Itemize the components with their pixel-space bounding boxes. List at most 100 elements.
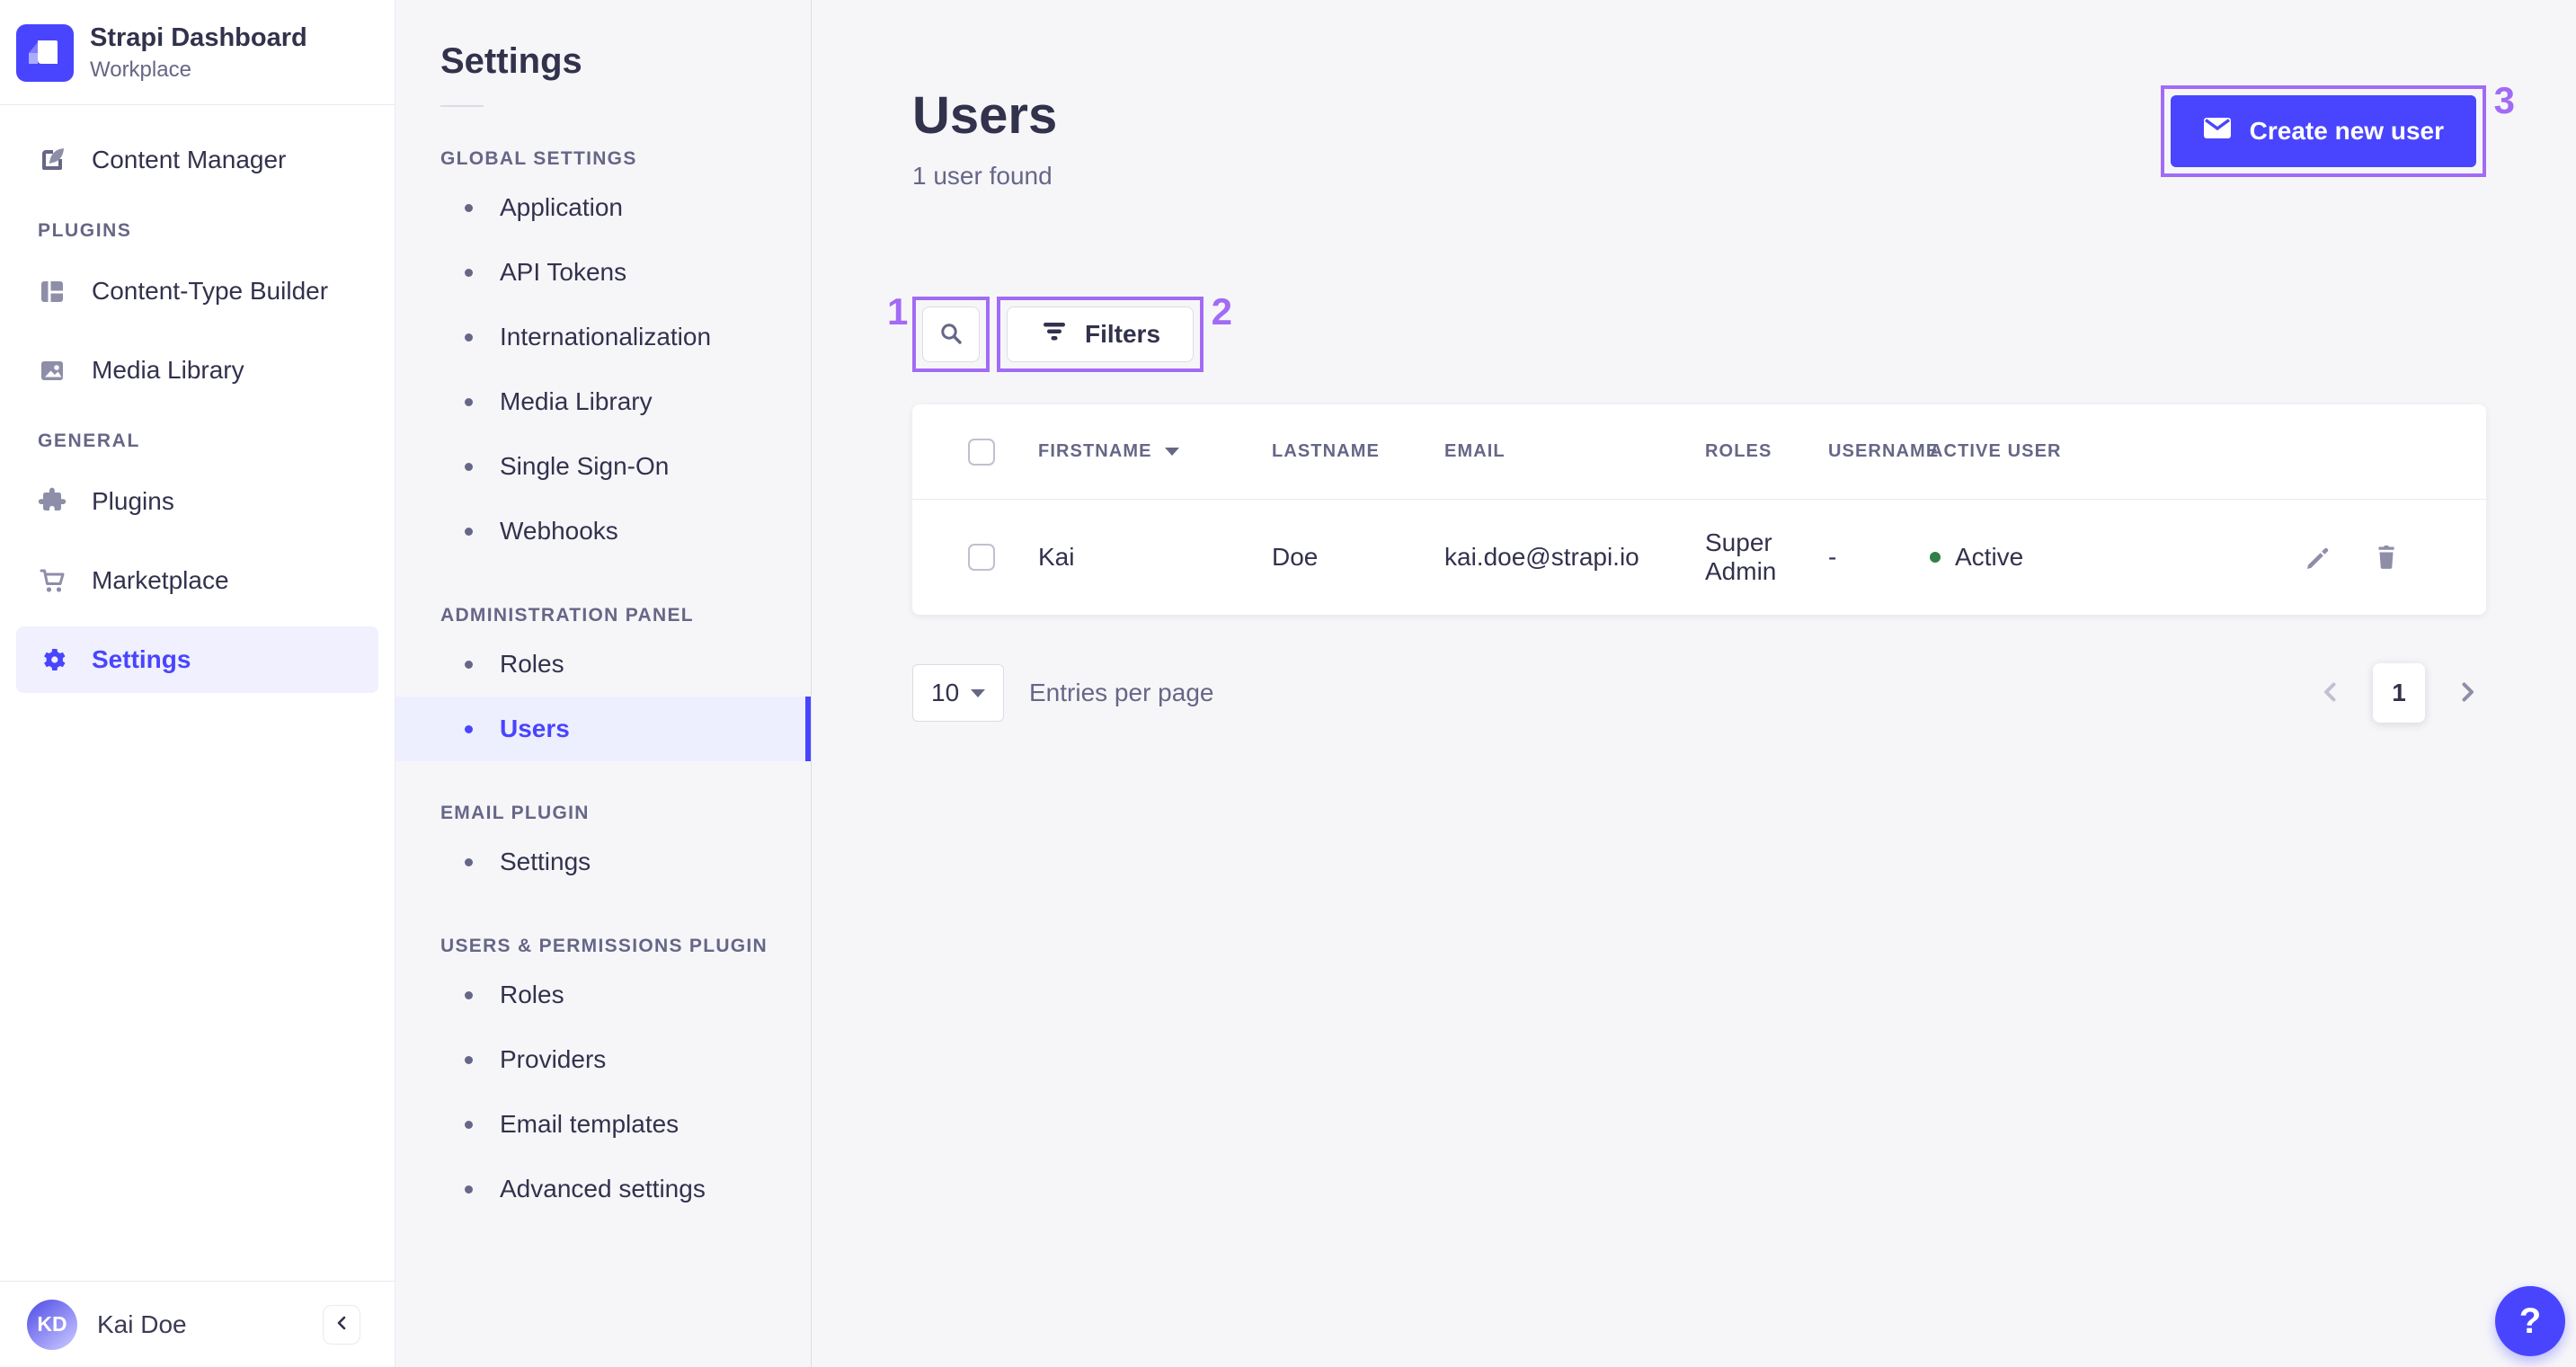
sidebar-item-label: Media Library (92, 355, 244, 384)
subnav-item-media-library[interactable]: Media Library (395, 369, 811, 434)
collapse-sidebar-button[interactable] (323, 1304, 360, 1345)
puzzle-icon (38, 487, 67, 516)
cell-firstname: Kai (1038, 543, 1075, 571)
subnav-item-email-settings[interactable]: Settings (395, 830, 811, 894)
column-header-roles[interactable]: ROLES (1705, 441, 1828, 462)
chevron-right-icon (2456, 680, 2479, 706)
sidebar-item-marketplace[interactable]: Marketplace (16, 547, 378, 614)
filter-icon (1040, 319, 1069, 351)
subnav-section-global-settings: GLOBAL SETTINGS (440, 148, 637, 169)
help-button[interactable]: ? (2495, 1286, 2565, 1356)
subnav-item-webhooks[interactable]: Webhooks (395, 499, 811, 564)
annotation-box-create: 3 Create new user (2160, 82, 2515, 177)
cell-email: kai.doe@strapi.io (1444, 543, 1639, 571)
pencil-icon (2305, 543, 2332, 573)
avatar[interactable]: KD (27, 1299, 77, 1350)
sidebar-item-label: Content Manager (92, 145, 287, 173)
strapi-logo-icon (16, 23, 74, 82)
edit-user-button[interactable] (2305, 543, 2332, 573)
user-count: 1 user found (912, 162, 1053, 190)
sidebar-item-label: Settings (92, 644, 191, 673)
annotation-box-filters: 2 Filters (997, 293, 1232, 372)
annotation-label-2: 2 (1211, 290, 1233, 333)
layout-icon (38, 277, 67, 306)
sidebar-item-label: Marketplace (92, 565, 229, 594)
subnav-item-internationalization[interactable]: Internationalization (395, 305, 811, 369)
annotation-label-1: 1 (887, 290, 909, 333)
filters-button[interactable]: Filters (1007, 306, 1195, 362)
sidebar-item-media-library[interactable]: Media Library (16, 337, 378, 404)
workspace-title: Strapi Dashboard (90, 23, 307, 52)
sort-desc-icon[interactable] (1164, 448, 1179, 456)
column-header-active-user[interactable]: ACTIVE USER (1930, 441, 2199, 462)
subnav-item-admin-roles[interactable]: Roles (395, 632, 811, 697)
cell-roles: Super Admin (1705, 528, 1777, 585)
column-header-firstname[interactable]: FIRSTNAME (1038, 441, 1152, 462)
subnav-divider (440, 105, 484, 107)
page-size-value: 10 (931, 679, 960, 706)
next-page-button[interactable] (2456, 680, 2479, 706)
users-page: Users 1 user found 3 Create new user 1 2… (812, 0, 2576, 1367)
sidebar-item-settings[interactable]: Settings (16, 626, 378, 693)
column-header-email[interactable]: EMAIL (1444, 441, 1705, 462)
page-header: Users 1 user found 3 Create new user (912, 82, 2515, 191)
subnav-section-administration-panel: ADMINISTRATION PANEL (440, 605, 694, 626)
sidebar-item-content-manager[interactable]: Content Manager (16, 127, 378, 193)
search-icon (937, 320, 964, 350)
cell-active-user: Active (1930, 543, 2199, 572)
column-header-username[interactable]: USERNAME (1828, 441, 1938, 462)
main-sidebar: Strapi Dashboard Workplace Content Manag… (0, 0, 395, 1367)
subnav-item-up-advanced-settings[interactable]: Advanced settings (395, 1157, 811, 1221)
envelope-icon (2203, 117, 2232, 146)
table-actions-row: 1 2 Filters (887, 293, 2486, 372)
sidebar-nav: Content Manager PLUGINS Content-Type Bui… (0, 105, 395, 1281)
annotation-box-search: 1 (887, 293, 990, 372)
workspace-subtitle: Workplace (90, 58, 191, 83)
subnav-item-up-roles[interactable]: Roles (395, 963, 811, 1027)
chevron-left-icon (2319, 680, 2342, 706)
page-size-select[interactable]: 10 (912, 664, 1004, 722)
table-row[interactable]: Kai Doe kai.doe@strapi.io Super Admin - … (912, 500, 2486, 615)
subnav-title: Settings (440, 41, 582, 81)
status-badge: Active (1955, 543, 2024, 571)
subnav-item-admin-users[interactable]: Users (395, 697, 811, 761)
page-1-button[interactable]: 1 (2373, 663, 2425, 723)
previous-page-button[interactable] (2319, 680, 2342, 706)
pagination-row: 10 Entries per page 1 (912, 663, 2486, 723)
subnav-section-email-plugin: EMAIL PLUGIN (440, 803, 590, 823)
chevron-left-icon (333, 1315, 350, 1334)
sidebar-item-content-type-builder[interactable]: Content-Type Builder (16, 258, 378, 324)
create-new-user-button[interactable]: Create new user (2170, 95, 2476, 167)
select-all-checkbox[interactable] (968, 438, 995, 466)
subnav-item-application[interactable]: Application (395, 175, 811, 240)
gear-icon (38, 645, 67, 674)
chevron-down-icon (971, 688, 985, 697)
subnav-item-single-sign-on[interactable]: Single Sign-On (395, 434, 811, 499)
page-title: Users (912, 86, 1058, 145)
row-checkbox[interactable] (968, 544, 995, 571)
search-button[interactable] (922, 306, 980, 362)
settings-subnav: Settings GLOBAL SETTINGS Application API… (395, 0, 812, 1367)
sidebar-section-general: GENERAL (38, 430, 140, 451)
sidebar-item-label: Content-Type Builder (92, 276, 329, 305)
sidebar-item-label: Plugins (92, 486, 174, 515)
sidebar-item-plugins[interactable]: Plugins (16, 468, 378, 535)
pen-square-icon (38, 146, 67, 174)
users-table: FIRSTNAME LASTNAME EMAIL ROLES USERNAME … (912, 404, 2486, 615)
pager: 1 (2319, 663, 2486, 723)
cell-lastname: Doe (1272, 543, 1319, 571)
user-name: Kai Doe (97, 1309, 187, 1338)
delete-user-button[interactable] (2373, 543, 2400, 573)
strapi-admin-app: Strapi Dashboard Workplace Content Manag… (0, 0, 2576, 1367)
cart-icon (38, 566, 67, 595)
column-header-lastname[interactable]: LASTNAME (1272, 441, 1444, 462)
trash-icon (2373, 543, 2400, 573)
subnav-section-users-permissions-plugin: USERS & PERMISSIONS PLUGIN (440, 936, 768, 956)
image-icon (38, 356, 67, 385)
annotation-label-3: 3 (2493, 79, 2515, 121)
subnav-item-up-providers[interactable]: Providers (395, 1027, 811, 1092)
subnav-item-api-tokens[interactable]: API Tokens (395, 240, 811, 305)
workspace-brand[interactable]: Strapi Dashboard Workplace (0, 0, 395, 105)
sidebar-footer: KD Kai Doe (0, 1281, 395, 1367)
subnav-item-up-email-templates[interactable]: Email templates (395, 1092, 811, 1157)
